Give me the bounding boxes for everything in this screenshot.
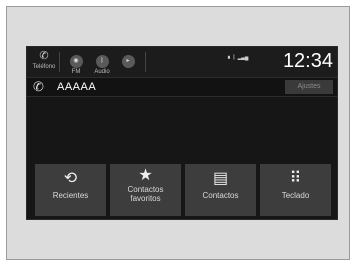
phone-menu-buttons: ⟲ Recientes ★ Contactos favoritos ▤ Cont… [35, 164, 331, 216]
phone-source-label: Teléfono [32, 64, 56, 70]
fm-source-button[interactable]: ◉ FM [63, 49, 89, 75]
call-row: ✆ AAAAA Ajustes [27, 77, 337, 97]
contacts-label: Contactos [202, 191, 239, 200]
battery-icon: ▮ [227, 55, 231, 61]
bluetooth-icon: ᛒ [95, 55, 109, 68]
keypad-button[interactable]: ⠿ Teclado [260, 164, 331, 216]
bluetooth-status-icon: ᛒ [232, 55, 236, 61]
phone-icon: ✆ [39, 50, 49, 62]
star-icon: ★ [138, 167, 153, 184]
keypad-label: Teclado [281, 191, 310, 200]
handset-icon: ✆ [33, 79, 44, 94]
favorite-contacts-button[interactable]: ★ Contactos favoritos [110, 164, 181, 216]
favorite-contacts-label: Contactos favoritos [127, 185, 164, 203]
divider [59, 52, 60, 72]
audio-source-label: Audio [94, 69, 110, 75]
status-indicators: ▮ ᛒ ▂▃▅ [227, 55, 248, 61]
contacts-book-icon: ▤ [212, 170, 229, 187]
signal-icon: ▂▃▅ [237, 55, 249, 61]
head-unit-screen: ✆ Teléfono ◉ FM ᛒ Audio ▸ ▮ ᛒ ▂▃▅ 12:34 … [26, 46, 338, 220]
divider [145, 52, 146, 72]
status-bar: ✆ Teléfono ◉ FM ᛒ Audio ▸ ▮ ᛒ ▂▃▅ 12:34 [27, 47, 337, 77]
recent-calls-label: Recientes [52, 191, 89, 200]
radio-icon: ◉ [69, 55, 83, 68]
source-icon: ▸ [121, 55, 135, 68]
audio-source-button[interactable]: ᛒ Audio [89, 49, 115, 75]
clock: 12:34 [282, 50, 333, 72]
other-source-button[interactable]: ▸ [115, 49, 141, 75]
recent-calls-button[interactable]: ⟲ Recientes [35, 164, 106, 216]
settings-button[interactable]: Ajustes [285, 80, 333, 94]
phone-source-button[interactable]: ✆ Teléfono [31, 49, 57, 75]
history-icon: ⟲ [63, 170, 78, 187]
fm-source-label: FM [71, 69, 81, 75]
keypad-icon: ⠿ [289, 170, 302, 187]
contacts-button[interactable]: ▤ Contactos [185, 164, 256, 216]
contact-name: AAAAA [57, 81, 97, 93]
